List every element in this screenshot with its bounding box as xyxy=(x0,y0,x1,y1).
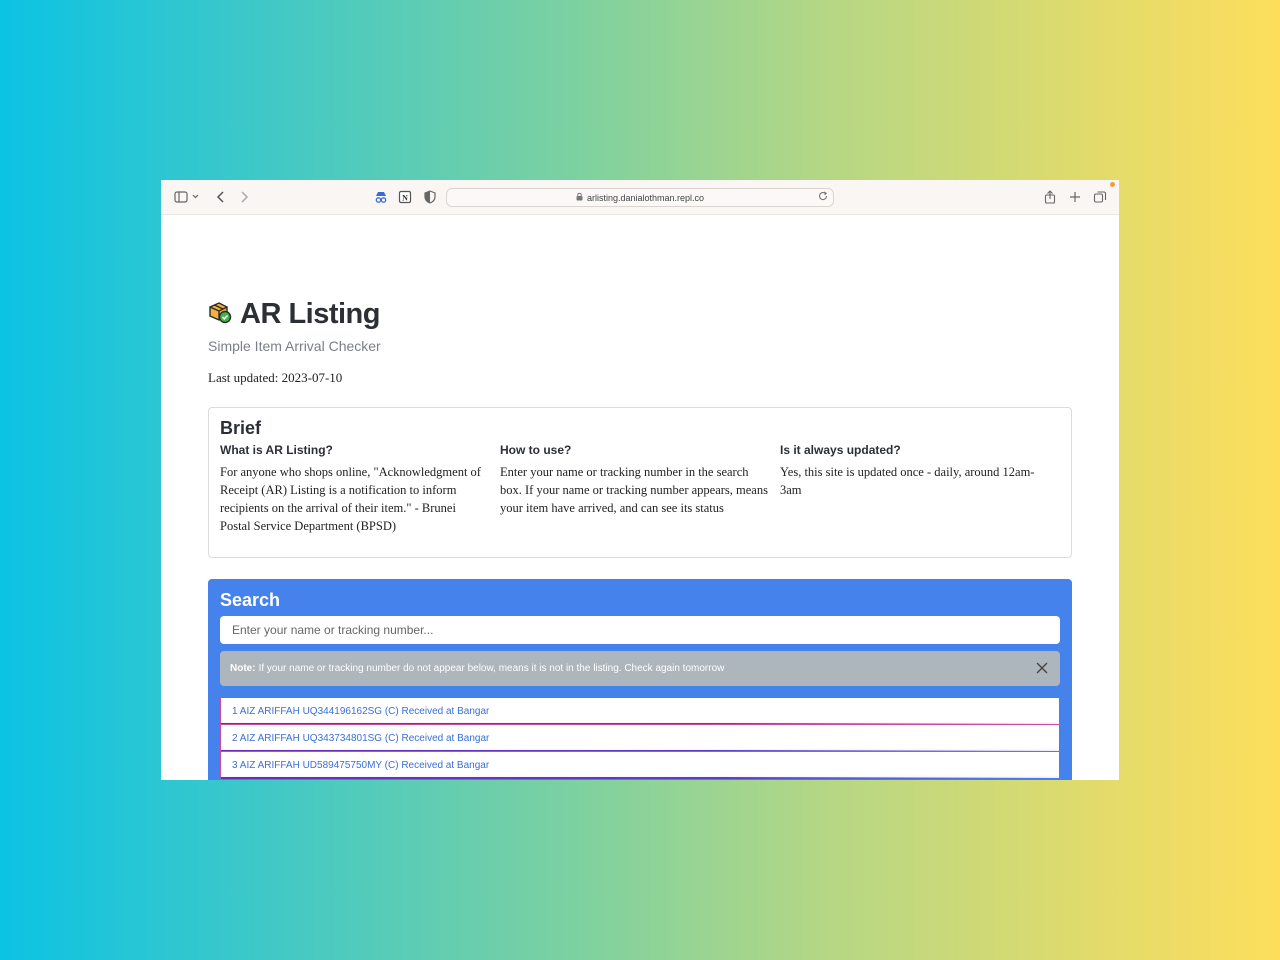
results-list: 1 AIZ ARIFFAH UQ344196162SG (C) Received… xyxy=(220,697,1060,779)
note-alert: Note: If your name or tracking number do… xyxy=(220,651,1060,686)
browser-toolbar: N arlisting.danialothman.repl.co xyxy=(161,180,1119,215)
reload-icon[interactable] xyxy=(818,191,828,204)
last-updated: Last updated: 2023-07-10 xyxy=(208,370,343,385)
address-bar[interactable]: arlisting.danialothman.repl.co xyxy=(446,188,834,207)
extension-notion-icon[interactable]: N xyxy=(396,188,414,206)
close-icon[interactable] xyxy=(1033,659,1051,677)
search-card: Search Note: If your name or tracking nu… xyxy=(208,579,1072,780)
brief-column-text: Yes, this site is updated once - daily, … xyxy=(780,465,1035,497)
share-icon[interactable] xyxy=(1041,188,1059,206)
url-text: arlisting.danialothman.repl.co xyxy=(586,192,705,203)
page-title: AR Listing xyxy=(240,298,381,330)
list-item[interactable]: 1 AIZ ARIFFAH UQ344196162SG (C) Received… xyxy=(220,697,1060,725)
extension-incognito-icon[interactable] xyxy=(372,188,390,206)
brief-column-updated: Is it always updated? Yes, this site is … xyxy=(780,443,1060,535)
list-item[interactable]: 2 AIZ ARIFFAH UQ343734801SG (C) Received… xyxy=(220,724,1060,752)
back-icon[interactable] xyxy=(212,188,230,206)
note-text: If your name or tracking number do not a… xyxy=(258,663,725,674)
package-check-icon xyxy=(208,300,232,329)
list-item[interactable]: 3 AIZ ARIFFAH UD589475750MY (C) Received… xyxy=(220,751,1060,779)
brief-column-heading: Is it always updated? xyxy=(780,443,901,457)
sidebar-toggle-icon[interactable] xyxy=(173,188,201,206)
search-heading: Search xyxy=(220,590,281,610)
brief-heading: Brief xyxy=(220,418,262,438)
svg-text:N: N xyxy=(402,194,408,203)
brief-column-heading: What is AR Listing? xyxy=(220,443,333,457)
browser-window: N arlisting.danialothman.repl.co AR List… xyxy=(161,180,1119,780)
brief-card: Brief What is AR Listing? For anyone who… xyxy=(208,407,1072,558)
page-subtitle: Simple Item Arrival Checker xyxy=(208,338,381,354)
notification-dot xyxy=(1110,182,1115,187)
brief-column-how: How to use? Enter your name or tracking … xyxy=(500,443,780,535)
tab-overview-icon[interactable] xyxy=(1091,188,1109,206)
brief-column-text: Enter your name or tracking number in th… xyxy=(500,465,768,515)
privacy-shield-icon[interactable] xyxy=(421,188,439,206)
new-tab-icon[interactable] xyxy=(1066,188,1084,206)
page-header: AR Listing xyxy=(208,298,381,331)
note-label: Note: xyxy=(230,663,256,674)
brief-column-what: What is AR Listing? For anyone who shops… xyxy=(220,443,500,535)
brief-column-heading: How to use? xyxy=(500,443,572,457)
lock-icon xyxy=(576,192,583,203)
forward-icon[interactable] xyxy=(235,188,253,206)
search-input[interactable] xyxy=(220,616,1060,644)
brief-column-text: For anyone who shops online, "Acknowledg… xyxy=(220,465,481,533)
